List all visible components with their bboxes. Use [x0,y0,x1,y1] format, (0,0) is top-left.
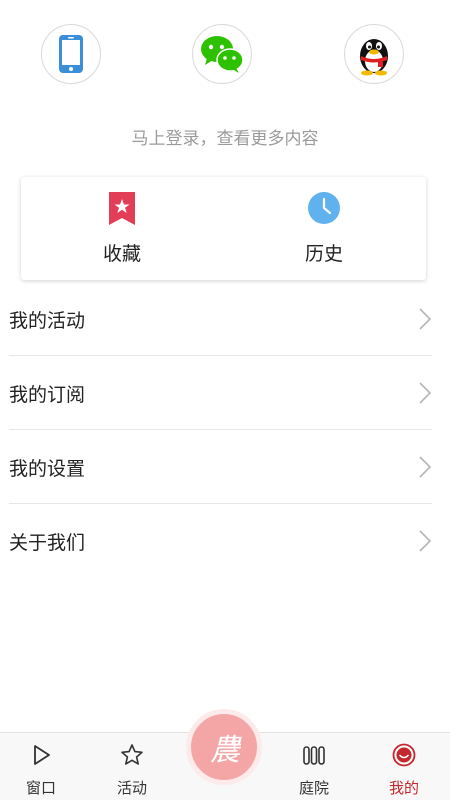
history-label: 历史 [304,243,343,265]
qq-login-button[interactable] [344,24,404,84]
chevron-right-icon [419,382,432,404]
menu-item-label: 我的订阅 [9,384,86,406]
tab-label: 窗口 [25,779,56,797]
menu-item-label: 我的设置 [9,458,86,480]
clock-icon [308,192,340,224]
tab-mine[interactable]: 我的 [364,733,444,800]
center-publish-button[interactable]: 農 + [186,709,262,785]
wechat-icon [201,36,244,73]
fence-icon [303,746,325,765]
tab-courtyard[interactable]: 庭院 [274,733,354,800]
tab-label: 庭院 [298,779,329,797]
menu-item-my-subscriptions[interactable]: 我的订阅 [0,356,450,430]
play-icon [34,745,50,765]
star-icon [121,744,143,765]
chevron-right-icon [419,456,432,478]
settings-menu: 我的活动 我的订阅 我的设置 关于我们 [0,282,450,578]
login-hint-text[interactable]: 马上登录，查看更多内容 [0,124,450,149]
tab-label: 活动 [116,779,147,797]
login-options [0,24,450,94]
menu-item-my-settings[interactable]: 我的设置 [0,430,450,504]
menu-item-label: 关于我们 [9,532,86,554]
phone-login-button[interactable] [41,24,101,84]
shortcut-card: 收藏 历史 [21,177,426,280]
tab-activity[interactable]: 活动 [92,733,172,800]
favorites-label: 收藏 [102,243,141,265]
menu-item-label: 我的活动 [9,310,86,332]
chevron-right-icon [419,530,432,552]
profile-page: 马上登录，查看更多内容 收藏 历史 我的活动 我的订阅 我的设置 关于我们 窗口… [0,0,450,800]
chevron-right-icon [419,308,432,330]
wechat-login-button[interactable] [192,24,252,84]
tab-window[interactable]: 窗口 [1,733,81,800]
phone-icon [59,35,83,73]
menu-item-my-activities[interactable]: 我的活动 [0,282,450,356]
tab-label: 我的 [388,779,419,797]
favorites-button[interactable]: 收藏 [21,177,223,280]
plus-icon: + [226,732,243,756]
menu-item-about-us[interactable]: 关于我们 [0,504,450,578]
smile-face-icon [392,743,416,767]
history-button[interactable]: 历史 [223,177,425,280]
qq-penguin-icon [360,39,388,76]
bookmark-star-icon [109,192,135,225]
